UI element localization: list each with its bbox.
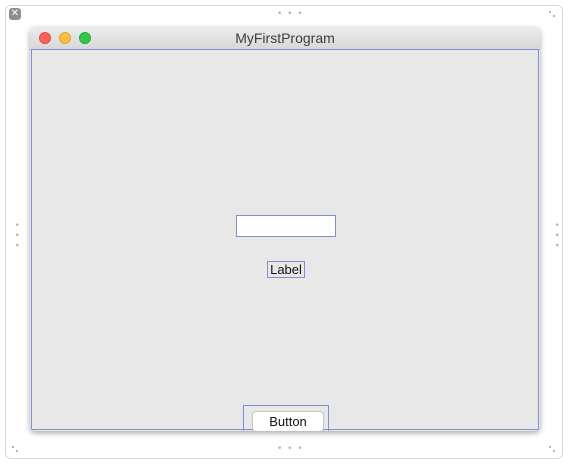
right-resize-handle[interactable]: • • •	[551, 222, 561, 249]
left-resize-handle[interactable]: • • •	[11, 222, 21, 249]
top-resize-handle[interactable]: • • •	[277, 9, 304, 19]
text-input-field[interactable]	[236, 215, 336, 237]
button-selection-frame: Button	[243, 405, 329, 431]
window-content-view: Label Button	[31, 49, 539, 431]
bottom-right-resize-corner[interactable]	[549, 446, 557, 454]
bottom-resize-handle[interactable]: • • •	[277, 444, 304, 454]
app-window: MyFirstProgram Label Button	[30, 27, 540, 431]
push-button[interactable]: Button	[252, 411, 324, 431]
label-text: Label	[267, 261, 305, 278]
top-right-resize-corner[interactable]	[549, 11, 557, 19]
bottom-left-resize-corner[interactable]	[12, 446, 20, 454]
window-title: MyFirstProgram	[235, 30, 335, 46]
title-bar[interactable]: MyFirstProgram	[30, 27, 540, 50]
canvas-close-icon[interactable]: ✕	[9, 8, 21, 20]
